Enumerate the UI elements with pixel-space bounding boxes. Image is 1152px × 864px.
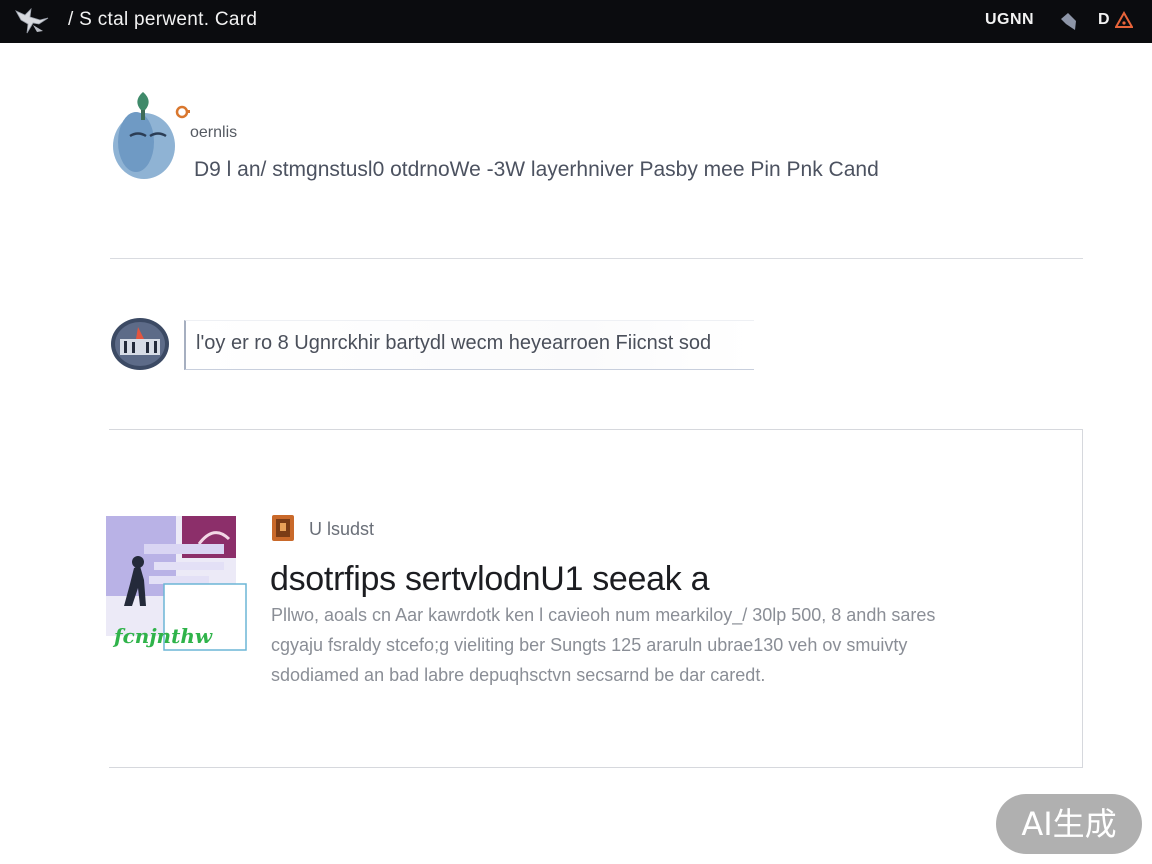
card-thumbnail[interactable]: fcnjnthw xyxy=(104,514,249,652)
post-text: D9 l an/ stmgnstusl0 otdrnoWe -3W layerh… xyxy=(194,158,879,181)
avatar[interactable] xyxy=(110,88,200,183)
card-body-line: cgyaju fsraldy stcefo;g vieliting ber Su… xyxy=(271,635,908,655)
alert-icon[interactable] xyxy=(1114,10,1134,29)
post-author-handle[interactable]: oernlis xyxy=(190,124,237,142)
card-body-line: sdodiamed an bad labre depuqhsctvn secsa… xyxy=(271,665,766,685)
card-body-line: Pllwo, aoals cn Aar kawrdotk ken l cavie… xyxy=(271,605,936,625)
breadcrumb[interactable]: / S ctal perwent. Card xyxy=(68,9,257,31)
divider xyxy=(110,258,1083,259)
ai-generated-watermark: AI生成 xyxy=(996,794,1142,854)
avatar[interactable] xyxy=(110,317,172,372)
bird-logo-icon[interactable] xyxy=(13,5,51,37)
card-thumbnail-caption: fcnjnthw xyxy=(114,624,213,648)
post-composer-text: l'oy er ro 8 Ugnrckhir bartydl wecm heye… xyxy=(196,332,712,354)
menu-label[interactable]: D xyxy=(1098,11,1110,29)
card-description: Pllwo, aoals cn Aar kawrdotk ken l cavie… xyxy=(271,600,1071,690)
category-badge-icon xyxy=(271,514,295,542)
card-title[interactable]: dsotrfips sertvlodnU1 seeak a xyxy=(270,560,710,599)
user-menu-label[interactable]: UGNN xyxy=(985,11,1034,29)
post-composer-input[interactable]: l'oy er ro 8 Ugnrckhir bartydl wecm heye… xyxy=(184,320,754,370)
card-category-label[interactable]: U lsudst xyxy=(309,519,374,540)
tag-icon[interactable] xyxy=(1058,10,1080,32)
top-bar: / S ctal perwent. Card UGNN D xyxy=(0,0,1152,43)
